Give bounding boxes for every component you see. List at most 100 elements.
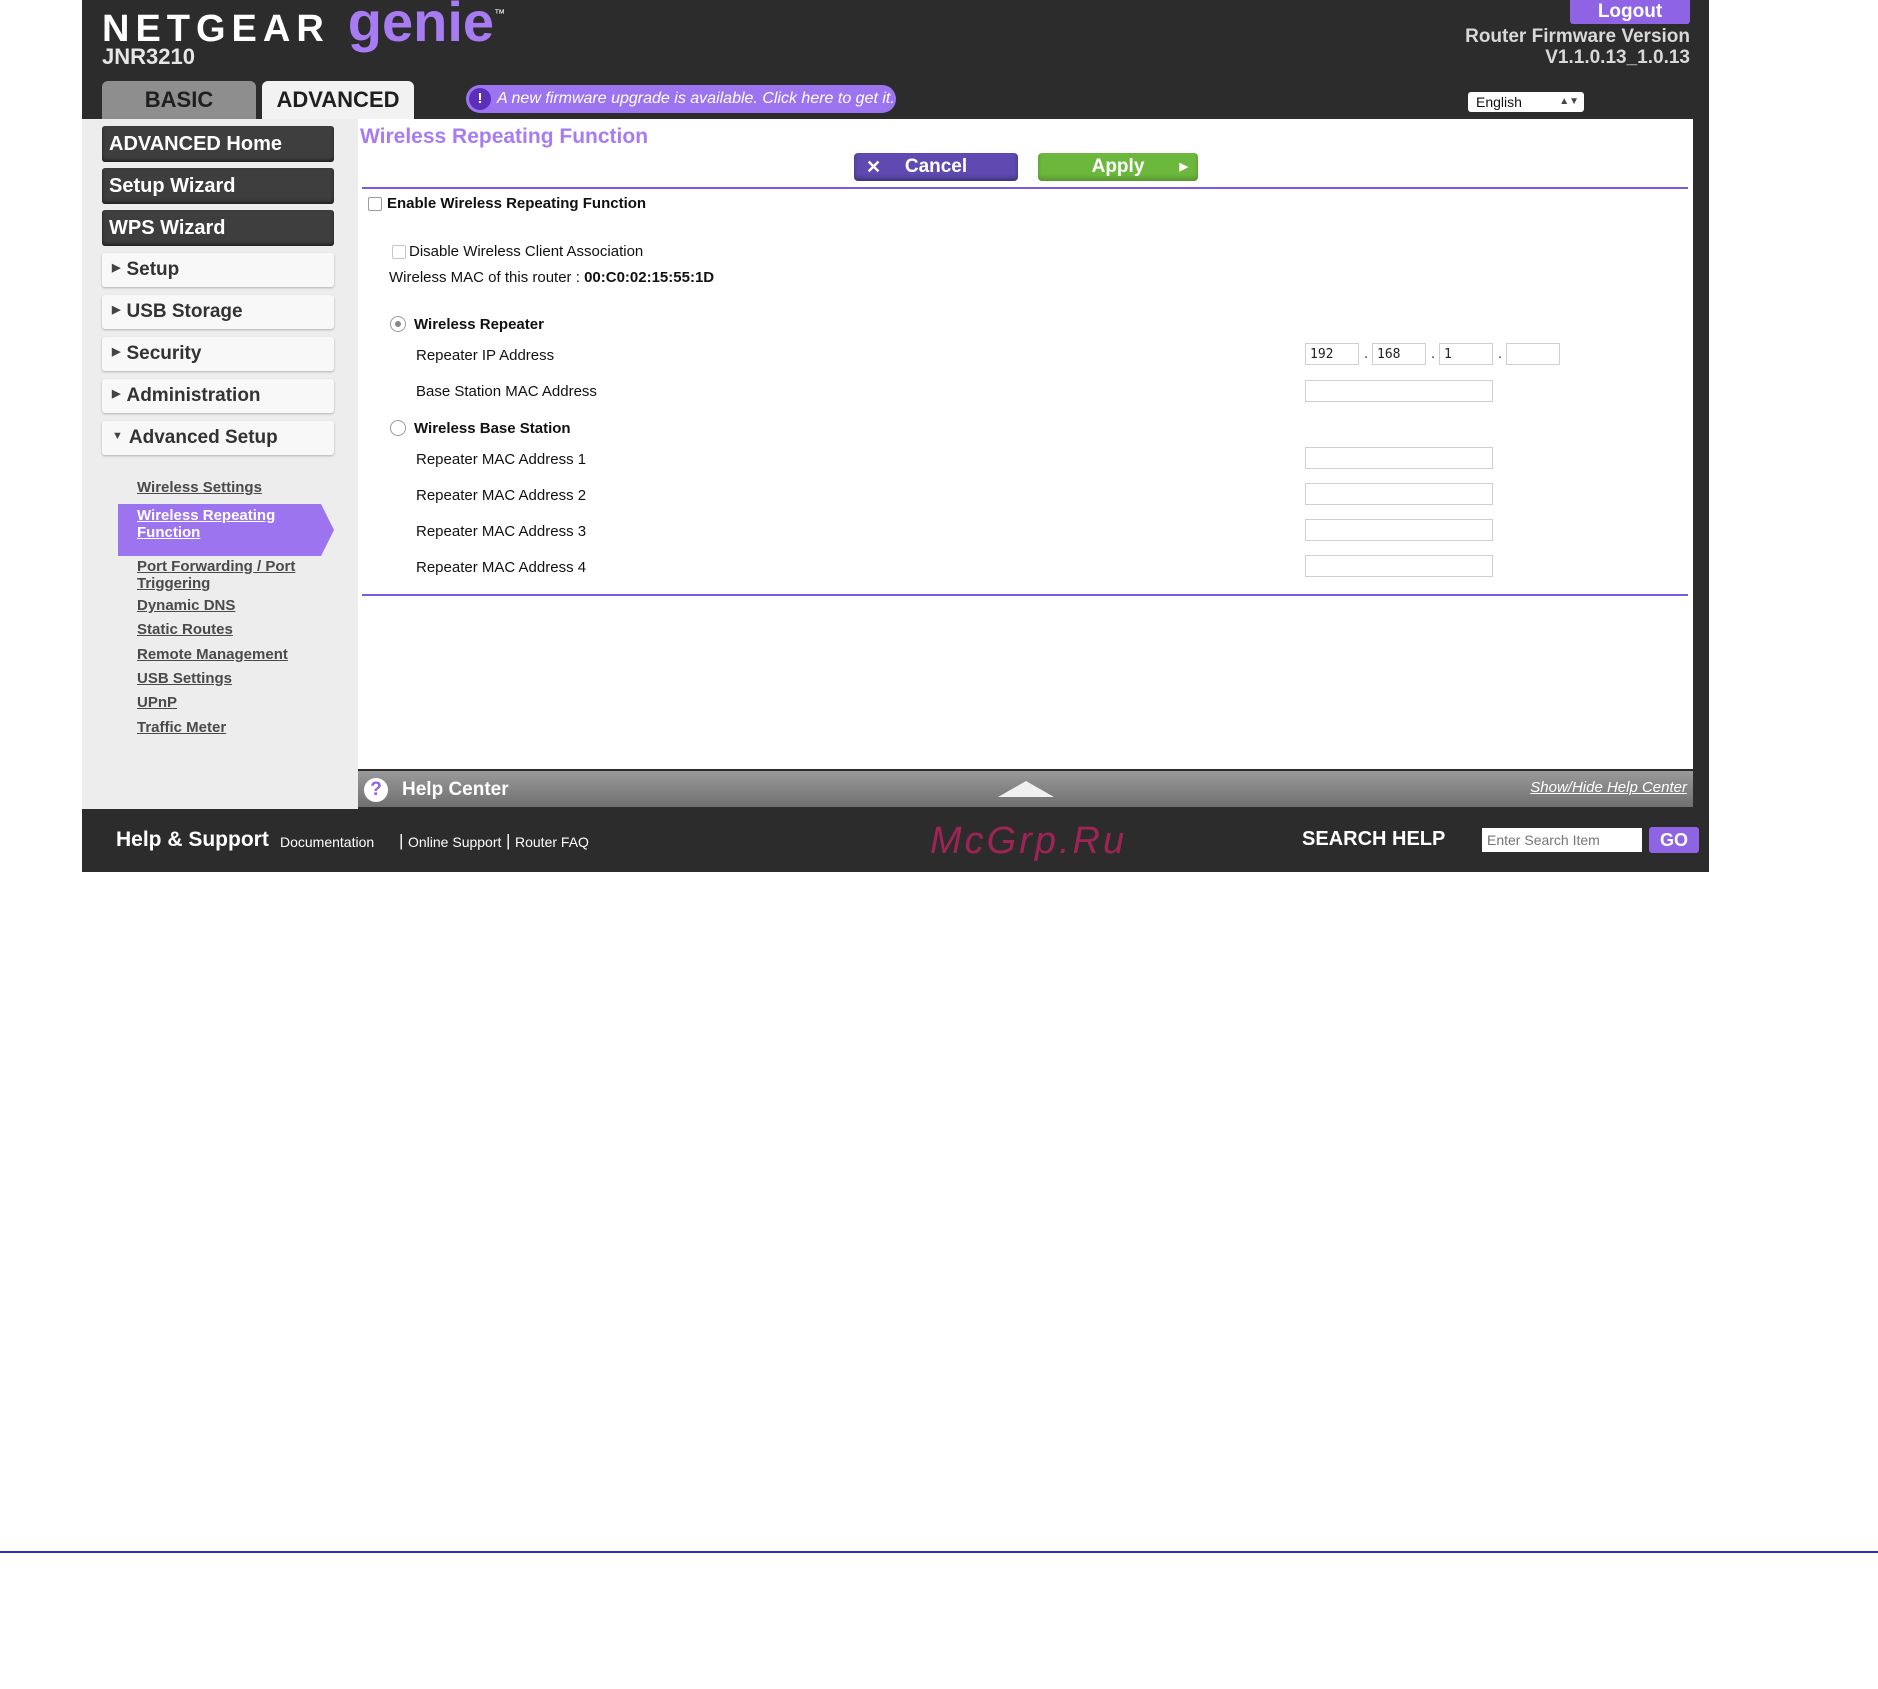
wireless-base-station-radio[interactable] — [390, 420, 406, 436]
router-admin-window: NETGEAR genie ™ JNR3210 Logout Router Fi… — [82, 0, 1709, 872]
go-button[interactable]: GO — [1649, 827, 1699, 853]
online-support-link[interactable]: Online Support — [408, 834, 501, 850]
page-title: Wireless Repeating Function — [360, 125, 649, 148]
help-icon: ? — [364, 778, 388, 802]
tab-advanced[interactable]: ADVANCED — [262, 81, 414, 119]
sidebar-item-usb-storage[interactable]: ▶ USB Storage — [102, 295, 334, 329]
ip-separator: . — [1364, 345, 1369, 362]
main-content: Wireless Repeating Function ✕ Cancel App… — [358, 119, 1693, 807]
cancel-button[interactable]: ✕ Cancel — [854, 153, 1018, 181]
show-hide-help-link[interactable]: Show/Hide Help Center — [1530, 779, 1687, 796]
submenu-port-forwarding[interactable]: Port Forwarding / Port Triggering — [137, 558, 295, 592]
tab-basic[interactable]: BASIC — [102, 81, 256, 119]
repeater-mac-4-input[interactable] — [1305, 555, 1493, 577]
caret-right-icon: ▶ — [112, 262, 121, 274]
submenu-label-line1: Wireless Repeating — [137, 507, 276, 524]
wps-wizard-button[interactable]: WPS Wizard — [102, 210, 334, 246]
expand-up-icon[interactable] — [998, 781, 1054, 797]
submenu-wireless-repeating-function[interactable]: Wireless Repeating Function — [137, 507, 275, 541]
submenu-wireless-settings[interactable]: Wireless Settings — [137, 479, 262, 496]
caret-right-icon: ▶ — [112, 346, 121, 358]
repeater-ip-octet-2[interactable] — [1372, 343, 1426, 365]
help-center-title: Help Center — [402, 779, 509, 800]
firmware-version-label: Router Firmware Version — [1465, 26, 1690, 47]
firmware-upgrade-text: A new firmware upgrade is available. Cli… — [497, 90, 895, 107]
sidebar: ADVANCED Home Setup Wizard WPS Wizard ▶ S… — [82, 119, 358, 809]
page-divider — [0, 1551, 1878, 1553]
submenu-static-routes[interactable]: Static Routes — [137, 621, 233, 638]
sidebar-item-label: Advanced Setup — [128, 427, 278, 449]
repeater-mac-1-input[interactable] — [1305, 447, 1493, 469]
apply-label: Apply — [1091, 156, 1145, 177]
help-center-bar: ? Help Center Show/Hide Help Center — [358, 771, 1693, 807]
section-divider — [362, 187, 1688, 189]
firmware-version-value: V1.1.0.13_1.0.13 — [1545, 47, 1690, 68]
submenu-label-line1: Port Forwarding / Port — [137, 558, 296, 575]
sidebar-item-administration[interactable]: ▶ Administration — [102, 379, 334, 413]
setup-wizard-button[interactable]: Setup Wizard — [102, 168, 334, 204]
sidebar-item-setup[interactable]: ▶ Setup — [102, 253, 334, 287]
repeater-mac-2-label: Repeater MAC Address 2 — [416, 487, 587, 504]
apply-button[interactable]: Apply ▶ — [1038, 153, 1198, 181]
cancel-label: Cancel — [904, 156, 968, 177]
base-station-mac-input[interactable] — [1305, 380, 1493, 402]
watermark: McGrp.Ru — [930, 820, 1128, 862]
submenu-dynamic-dns[interactable]: Dynamic DNS — [137, 597, 235, 614]
router-mac-value: 00:C0:02:15:55:1D — [584, 269, 715, 286]
sidebar-item-label: Security — [126, 343, 202, 365]
repeater-ip-label: Repeater IP Address — [416, 347, 555, 364]
enable-repeating-checkbox[interactable] — [368, 197, 382, 211]
submenu-remote-management[interactable]: Remote Management — [137, 646, 288, 663]
select-arrows-icon: ▲▼ — [1559, 96, 1579, 107]
sidebar-item-label: USB Storage — [126, 301, 243, 323]
router-mac-label: Wireless MAC of this router : — [389, 269, 580, 286]
disable-client-association-label: Disable Wireless Client Association — [409, 243, 644, 260]
sidebar-item-security[interactable]: ▶ Security — [102, 337, 334, 371]
router-model: JNR3210 — [102, 44, 195, 69]
repeater-ip-octet-3[interactable] — [1439, 343, 1493, 365]
repeater-ip-octet-4[interactable] — [1506, 343, 1560, 365]
router-mac-row: Wireless MAC of this router : 00:C0:02:1… — [389, 269, 714, 286]
submenu-label-line2: Function — [137, 524, 201, 541]
link-separator: | — [506, 831, 511, 850]
alert-icon: ! — [469, 88, 491, 110]
link-separator: | — [399, 831, 404, 850]
caret-right-icon: ▶ — [112, 304, 121, 316]
disable-client-association-checkbox[interactable] — [392, 245, 406, 259]
wireless-base-station-label: Wireless Base Station — [414, 420, 571, 437]
ip-separator: . — [1431, 345, 1436, 362]
submenu-label-line2: Triggering — [137, 575, 211, 592]
repeater-mac-3-input[interactable] — [1305, 519, 1493, 541]
brand-genie: genie — [347, 0, 495, 53]
repeater-mac-3-label: Repeater MAC Address 3 — [416, 523, 587, 540]
submenu-usb-settings[interactable]: USB Settings — [137, 670, 232, 687]
sidebar-item-advanced-setup[interactable]: ▼ Advanced Setup — [102, 421, 334, 455]
documentation-link[interactable]: Documentation — [280, 834, 374, 850]
sidebar-item-label: Setup — [126, 259, 180, 281]
repeater-mac-2-input[interactable] — [1305, 483, 1493, 505]
caret-down-icon: ▼ — [112, 430, 123, 442]
advanced-home-button[interactable]: ADVANCED Home — [102, 126, 334, 162]
close-icon: ✕ — [866, 157, 882, 177]
search-help-label: SEARCH HELP — [1302, 828, 1446, 850]
base-station-mac-label: Base Station MAC Address — [416, 383, 597, 400]
brand-trademark: ™ — [494, 8, 506, 20]
logout-button[interactable]: Logout — [1570, 0, 1690, 24]
wireless-repeater-label: Wireless Repeater — [414, 316, 544, 333]
wireless-repeater-radio[interactable] — [390, 316, 406, 332]
firmware-upgrade-banner[interactable]: ! A new firmware upgrade is available. Cl… — [466, 85, 896, 113]
help-support-footer: Help & Support Documentation | Online Su… — [102, 814, 1699, 866]
repeater-mac-1-label: Repeater MAC Address 1 — [416, 451, 587, 468]
help-support-title: Help & Support — [116, 828, 269, 851]
play-arrow-icon: ▶ — [1179, 161, 1188, 173]
search-help-input[interactable] — [1482, 828, 1642, 852]
repeater-ip-octet-1[interactable] — [1305, 343, 1359, 365]
submenu-upnp[interactable]: UPnP — [137, 694, 177, 711]
language-select[interactable]: English ▲▼ — [1468, 92, 1584, 112]
radio-selected-dot — [395, 321, 401, 327]
ip-separator: . — [1498, 345, 1503, 362]
router-faq-link[interactable]: Router FAQ — [515, 834, 589, 850]
submenu-traffic-meter[interactable]: Traffic Meter — [137, 719, 226, 736]
caret-right-icon: ▶ — [112, 388, 121, 400]
repeater-mac-4-label: Repeater MAC Address 4 — [416, 559, 587, 576]
